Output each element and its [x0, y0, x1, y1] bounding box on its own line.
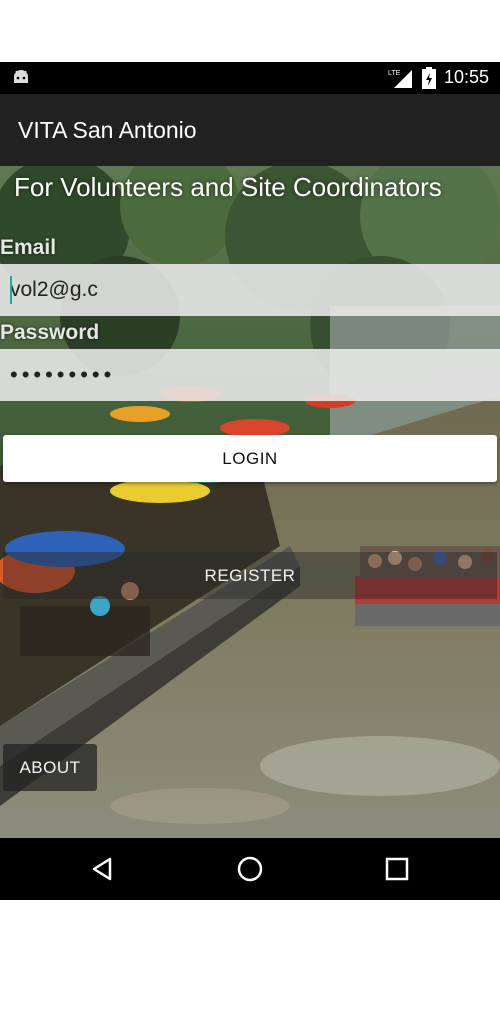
lte-text: LTE: [388, 70, 401, 77]
login-screen: For Volunteers and Site Coordinators Ema…: [0, 166, 500, 838]
phone-screen: LTE 10:55 VITA San Antonio For Volunteer…: [0, 62, 500, 900]
app-title: VITA San Antonio: [18, 117, 197, 143]
home-icon[interactable]: [233, 852, 267, 886]
password-label: Password: [0, 321, 100, 344]
about-button[interactable]: ABOUT: [3, 744, 97, 791]
status-clock: 10:55: [444, 67, 490, 87]
status-bar: LTE 10:55: [0, 62, 500, 94]
battery-icon: [422, 67, 436, 89]
login-button[interactable]: LOGIN: [3, 435, 497, 482]
android-icon: [14, 70, 28, 83]
text-cursor: [10, 276, 12, 304]
email-input[interactable]: [0, 264, 500, 316]
recents-icon[interactable]: [380, 852, 414, 886]
subtitle: For Volunteers and Site Coordinators: [14, 172, 442, 202]
navigation-bar: [0, 838, 500, 900]
email-label: Email: [0, 236, 57, 259]
app-bar: VITA San Antonio: [0, 94, 500, 166]
register-button[interactable]: REGISTER: [3, 552, 497, 599]
password-input[interactable]: [0, 349, 500, 401]
back-icon[interactable]: [86, 852, 120, 886]
lte-signal-icon: LTE: [388, 70, 412, 88]
